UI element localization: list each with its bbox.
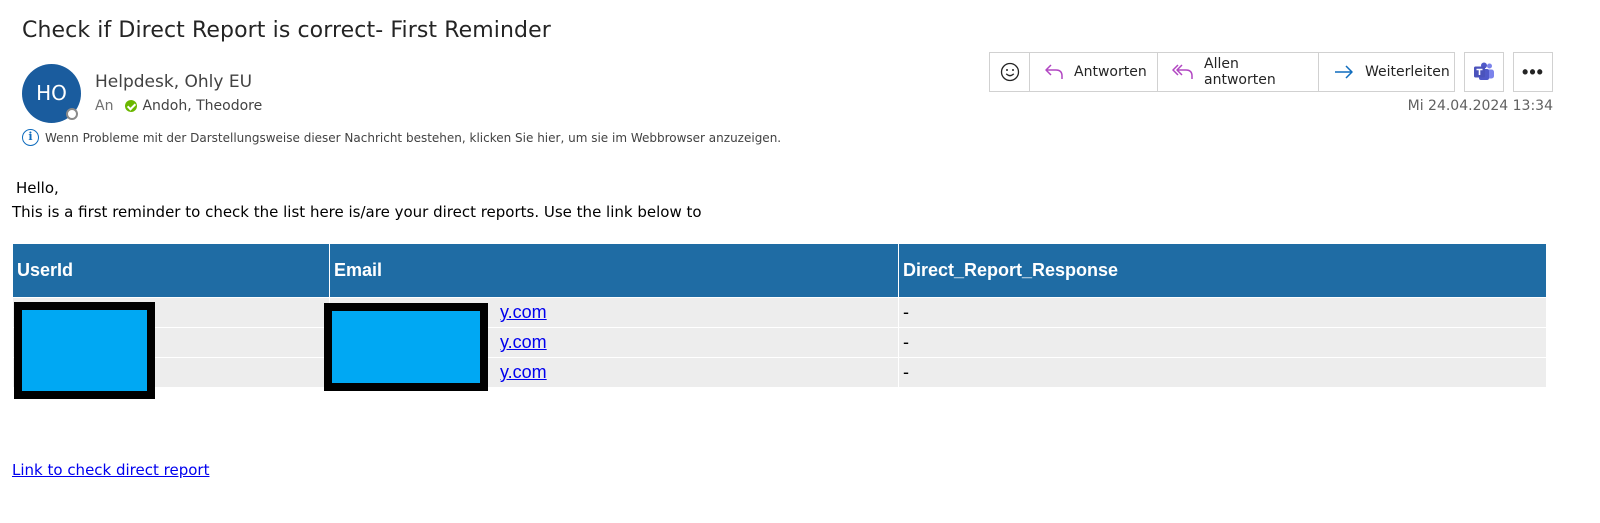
teams-icon — [1473, 61, 1495, 83]
direct-reports-table: UserId Email Direct_Report_Response y.co… — [12, 243, 1547, 388]
sent-datetime: Mi 24.04.2024 13:34 — [1407, 98, 1553, 114]
table-header-row: UserId Email Direct_Report_Response — [12, 243, 1547, 298]
greeting: Hello, — [16, 179, 59, 197]
message-toolbar: Antworten Allen antworten Weiterleiten — [989, 52, 1455, 92]
email-subject: Check if Direct Report is correct- First… — [22, 18, 551, 43]
column-header-response: Direct_Report_Response — [898, 243, 1547, 298]
reply-label: Antworten — [1074, 64, 1147, 80]
recipient-name[interactable]: Andoh, Theodore — [142, 98, 262, 114]
email-link[interactable]: y.com — [500, 302, 547, 322]
reply-all-icon — [1172, 63, 1194, 81]
reply-button[interactable]: Antworten — [1030, 53, 1158, 91]
sender-name[interactable]: Helpdesk, Ohly EU — [95, 72, 252, 92]
body-line: This is a first reminder to check the li… — [12, 203, 702, 221]
reply-icon — [1044, 63, 1064, 81]
more-actions-button[interactable]: ••• — [1513, 52, 1553, 92]
table-row: y.com - — [12, 357, 1547, 388]
response-cell: - — [898, 327, 1547, 358]
table-row: y.com - — [12, 297, 1547, 328]
check-icon — [125, 100, 138, 112]
to-label: An — [95, 98, 114, 114]
email-body-text: Hello, This is a first reminder to check… — [12, 176, 702, 224]
response-cell: - — [898, 297, 1547, 328]
column-header-userid: UserId — [12, 243, 330, 298]
table-row: y.com - — [12, 327, 1547, 358]
more-icon: ••• — [1522, 61, 1544, 82]
redaction-box-email — [324, 303, 488, 391]
info-bar-text[interactable]: Wenn Probleme mit der Darstellungsweise … — [45, 131, 781, 145]
teams-button[interactable] — [1464, 52, 1504, 92]
email-reading-pane: Check if Direct Report is correct- First… — [0, 0, 1600, 523]
presence-status-icon — [66, 108, 78, 120]
info-bar[interactable]: i Wenn Probleme mit der Darstellungsweis… — [22, 129, 781, 146]
recipient-line: An Andoh, Theodore — [95, 98, 262, 114]
column-header-email: Email — [329, 243, 899, 298]
forward-label: Weiterleiten — [1365, 64, 1450, 80]
reaction-button[interactable] — [990, 53, 1030, 91]
reply-all-label: Allen antworten — [1204, 56, 1276, 88]
forward-icon — [1333, 63, 1355, 81]
email-link[interactable]: y.com — [500, 332, 547, 352]
response-cell: - — [898, 357, 1547, 388]
info-icon: i — [22, 129, 39, 146]
check-direct-report-link[interactable]: Link to check direct report — [12, 461, 209, 479]
redaction-box-userid — [14, 302, 155, 399]
forward-button[interactable]: Weiterleiten — [1319, 53, 1454, 91]
reply-all-button[interactable]: Allen antworten — [1158, 53, 1319, 91]
email-link[interactable]: y.com — [500, 362, 547, 382]
emoji-icon — [1000, 62, 1020, 82]
